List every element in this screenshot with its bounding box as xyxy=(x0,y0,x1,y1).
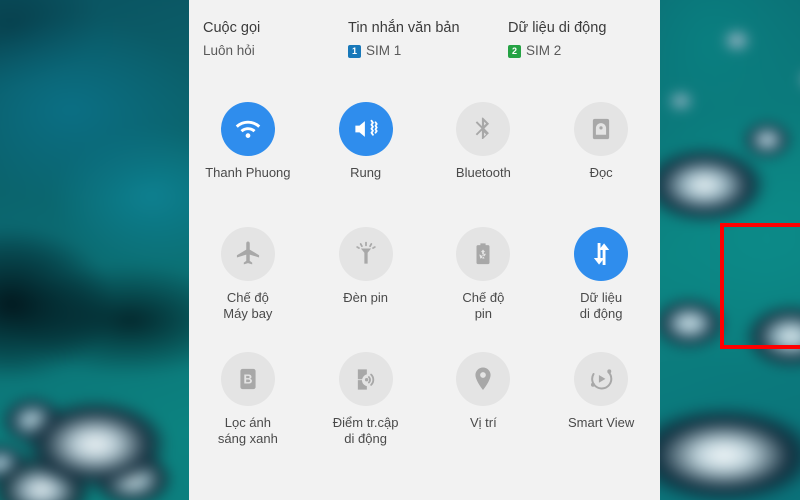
wifi-icon xyxy=(235,120,261,138)
tile-label-mobile-hotspot: Điểm tr.cập di động xyxy=(332,415,399,446)
tile-label-blue-light-filter: Lọc ánh sáng xanh xyxy=(217,415,278,446)
vibrate-toggle-button[interactable] xyxy=(338,102,393,156)
sim1-badge-icon: 1 xyxy=(348,44,361,58)
blue-light-filter-toggle-button[interactable]: B xyxy=(220,352,275,406)
battery-saver-icon xyxy=(476,243,490,265)
tile-label-bluetooth: Bluetooth xyxy=(455,165,511,180)
tile-label-battery-saver: Chế độ pin xyxy=(462,290,505,321)
screen: Cuộc gọi Luôn hỏi Tin nhắn văn bản 1 SIM… xyxy=(0,0,800,500)
header-column-call[interactable]: Cuộc gọi Luôn hỏi xyxy=(203,18,348,60)
location-toggle-button[interactable] xyxy=(456,352,511,406)
tile-label-mobile-data: Dữ liệu di động xyxy=(579,290,623,321)
flashlight-toggle-button[interactable] xyxy=(338,227,393,281)
mobile-data-icon xyxy=(594,243,610,265)
bluetooth-toggle-button[interactable] xyxy=(456,102,511,156)
tile-label-wifi: Thanh Phuong xyxy=(205,165,291,180)
header-call-subtitle: Luôn hỏi xyxy=(203,42,348,60)
tile-mobile-hotspot[interactable]: Điểm tr.cập di động xyxy=(307,346,425,471)
mobile-hotspot-icon xyxy=(357,368,375,390)
airplane-icon xyxy=(236,241,259,265)
nfc-reader-icon xyxy=(593,118,610,140)
header-column-mobile-data[interactable]: Dữ liệu di động 2 SIM 2 xyxy=(508,18,650,60)
bluetooth-icon xyxy=(476,117,490,140)
tile-location[interactable]: Vị trí xyxy=(425,346,543,471)
header-sms-subtitle: 1 SIM 1 xyxy=(348,42,508,60)
tile-flashlight[interactable]: Đèn pin xyxy=(307,221,425,346)
airplane-mode-toggle-button[interactable] xyxy=(220,227,275,281)
svg-text:B: B xyxy=(243,372,252,386)
tile-smart-view[interactable]: Smart View xyxy=(542,346,660,471)
location-pin-icon xyxy=(475,367,491,390)
mobile-hotspot-toggle-button[interactable] xyxy=(338,352,393,406)
tile-airplane-mode[interactable]: Chế độ Máy bay xyxy=(189,221,307,346)
tile-nfc-reader[interactable]: Đọc xyxy=(542,96,660,221)
toggle-row-2: Chế độ Máy bay Đèn pin Chế độ pin Dữ liệ… xyxy=(189,221,660,346)
sim2-badge-icon: 2 xyxy=(508,44,521,58)
tile-label-flashlight: Đèn pin xyxy=(343,290,389,305)
tile-mobile-data[interactable]: Dữ liệu di động xyxy=(542,221,660,346)
header-call-value: Luôn hỏi xyxy=(203,43,255,58)
header-mobile-data-subtitle: 2 SIM 2 xyxy=(508,42,650,60)
tile-label-airplane-mode: Chế độ Máy bay xyxy=(223,290,273,321)
header-call-title: Cuộc gọi xyxy=(203,20,261,36)
tile-label-vibrate: Rung xyxy=(350,165,382,180)
tile-blue-light-filter[interactable]: B Lọc ánh sáng xanh xyxy=(189,346,307,471)
header-mobile-data-title: Dữ liệu di động xyxy=(508,20,607,36)
flashlight-icon xyxy=(355,241,376,264)
tile-label-location: Vị trí xyxy=(470,415,497,430)
blue-light-filter-icon: B xyxy=(240,368,256,390)
tile-battery-saver[interactable]: Chế độ pin xyxy=(425,221,543,346)
battery-saver-toggle-button[interactable] xyxy=(456,227,511,281)
toggle-row-3: B Lọc ánh sáng xanh Điểm tr.cập di động … xyxy=(189,346,660,471)
smart-view-toggle-button[interactable] xyxy=(574,352,629,406)
tile-wifi[interactable]: Thanh Phuong xyxy=(189,96,307,221)
header-sms-value: SIM 1 xyxy=(366,43,402,58)
tile-label-smart-view: Smart View xyxy=(568,415,635,430)
tile-label-nfc-reader: Đọc xyxy=(589,165,613,180)
header-mobile-data-value: SIM 2 xyxy=(526,43,562,58)
sim-settings-header: Cuộc gọi Luôn hỏi Tin nhắn văn bản 1 SIM… xyxy=(189,18,660,60)
header-sms-title: Tin nhắn văn bản xyxy=(348,20,460,36)
wifi-toggle-button[interactable] xyxy=(220,102,275,156)
mobile-data-toggle-button[interactable] xyxy=(574,227,629,281)
quick-settings-panel: Cuộc gọi Luôn hỏi Tin nhắn văn bản 1 SIM… xyxy=(189,0,800,500)
tile-bluetooth[interactable]: Bluetooth xyxy=(425,96,543,221)
vibrate-icon xyxy=(355,119,378,137)
smart-view-icon xyxy=(591,369,613,390)
tile-vibrate[interactable]: Rung xyxy=(307,96,425,221)
header-column-sms[interactable]: Tin nhắn văn bản 1 SIM 1 xyxy=(348,18,508,60)
quick-toggle-grid: Thanh Phuong Rung Bluetooth Đọc Chế độ M… xyxy=(189,96,660,471)
toggle-row-1: Thanh Phuong Rung Bluetooth Đọc xyxy=(189,96,660,221)
nfc-reader-toggle-button[interactable] xyxy=(574,102,629,156)
